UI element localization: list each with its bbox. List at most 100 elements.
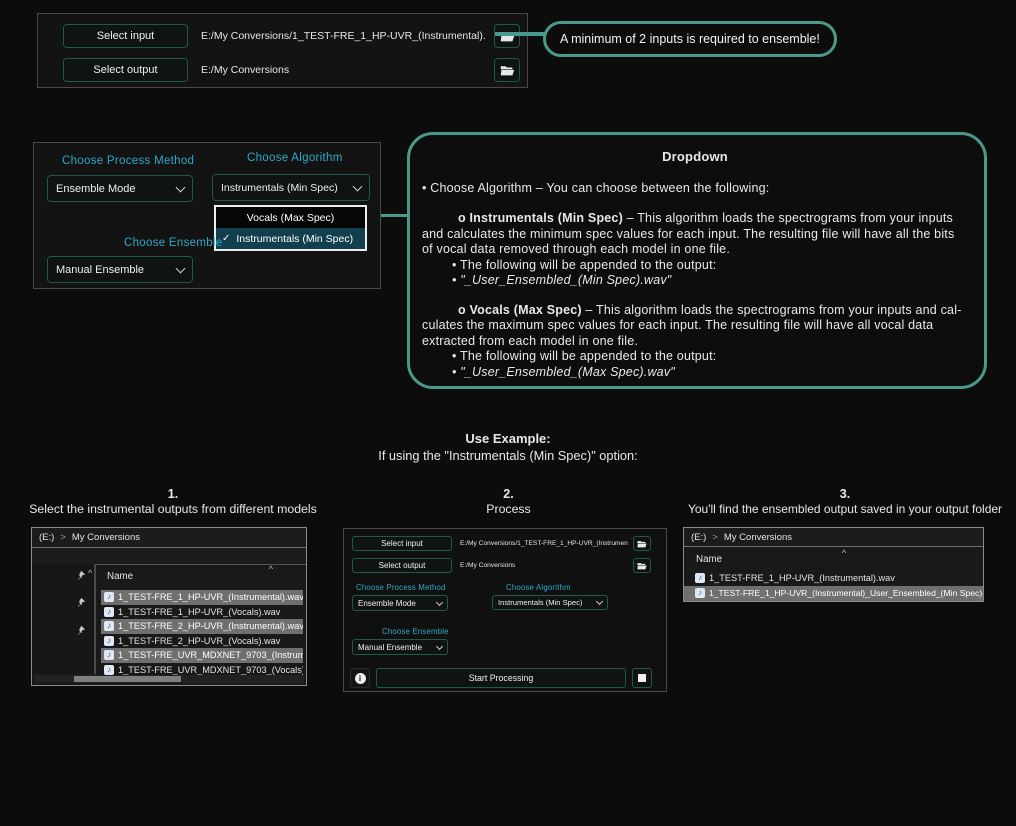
step-1-number: 1. [10, 487, 336, 501]
ensemble-value: Manual Ensemble [56, 264, 144, 276]
sort-ascending-icon[interactable]: ^ [842, 548, 846, 558]
breadcrumb-folder[interactable]: My Conversions [72, 532, 140, 543]
select-output-button[interactable]: Select output [63, 58, 188, 82]
step-2-number: 2. [395, 487, 622, 501]
check-icon: ✓ [222, 233, 230, 244]
sort-ascending-icon[interactable]: ^ [269, 564, 273, 574]
mini-browse-input-button[interactable] [633, 536, 651, 551]
algorithm-open-menu: Vocals (Max Spec) ✓ Instrumentals (Min S… [214, 205, 367, 251]
stop-button[interactable] [632, 668, 652, 688]
step-1-header: 1. Select the instrumental outputs from … [10, 487, 336, 516]
step-2-header: 2. Process [395, 487, 622, 516]
folder-icon [637, 540, 647, 548]
file-name: 1_TEST-FRE_1_HP-UVR_(Instrumental).wav [118, 592, 303, 602]
name-column-header[interactable]: Name [696, 554, 722, 565]
pin-icon [76, 570, 86, 580]
algorithm-dropdown[interactable]: Instrumentals (Min Spec) [212, 174, 370, 201]
use-example-title: Use Example: [150, 431, 866, 446]
breadcrumb-folder[interactable]: My Conversions [724, 532, 792, 543]
algorithm-label: Choose Algorithm [247, 152, 343, 164]
info-button[interactable]: i [350, 668, 370, 688]
mini-select-output-button[interactable]: Select output [352, 558, 452, 573]
file-list: Name ^ ♪ 1_TEST-FRE_1_HP-UVR_(Instrument… [101, 564, 303, 674]
dropdown-info-box: Dropdown • Choose Algorithm – You can ch… [407, 132, 987, 389]
browse-input-button[interactable] [494, 24, 520, 48]
breadcrumb-drive[interactable]: (E:) [691, 532, 706, 543]
audio-file-icon: ♪ [104, 636, 114, 646]
file-name: 1_TEST-FRE_2_HP-UVR_(Vocals).wav [118, 636, 280, 646]
breadcrumb-separator-icon: > [712, 532, 718, 543]
breadcrumb[interactable]: (E:) > My Conversions [684, 528, 983, 547]
breadcrumb-drive[interactable]: (E:) [39, 532, 54, 543]
chevron-down-icon [436, 598, 443, 605]
mini-method-value: Ensemble Mode [358, 599, 416, 608]
nav-sort-icon[interactable]: ^ [88, 568, 92, 578]
folder-icon [500, 65, 515, 76]
mini-ensemble-label: Choose Ensemble [382, 627, 449, 636]
mini-output-path: E:/My Conversions [460, 558, 628, 573]
mini-select-output-label: Select output [379, 561, 426, 570]
audio-file-icon: ♪ [104, 621, 114, 631]
name-column-header[interactable]: Name [107, 571, 133, 582]
scrollbar-thumb[interactable] [74, 676, 181, 682]
mini-method-dropdown[interactable]: Ensemble Mode [352, 595, 448, 611]
mini-browse-output-button[interactable] [633, 558, 651, 573]
mini-method-label: Choose Process Method [356, 583, 446, 592]
algorithm-value: Instrumentals (Min Spec) [221, 182, 338, 194]
process-method-dropdown[interactable]: Ensemble Mode [47, 175, 193, 202]
audio-file-icon: ♪ [695, 588, 705, 598]
select-input-button[interactable]: Select input [63, 24, 188, 48]
tooltip-connector-line [495, 32, 547, 36]
browse-output-button[interactable] [494, 58, 520, 82]
horizontal-scrollbar[interactable] [34, 675, 304, 683]
file-name: 1_TEST-FRE_1_HP-UVR_(Vocals).wav [118, 607, 280, 617]
start-processing-label: Start Processing [469, 673, 534, 683]
mini-algorithm-value: Instrumentals (Min Spec) [498, 598, 582, 607]
explorer-output-window: (E:) > My Conversions ^ Name ♪ 1_TEST-FR… [683, 527, 984, 602]
mini-ensemble-value: Manual Ensemble [358, 643, 422, 652]
min-spec-lead: o Instrumentals (Min Spec) [458, 211, 623, 225]
chevron-down-icon [176, 263, 186, 273]
file-name: 1_TEST-FRE_UVR_MDXNET_9703_(Instrumental… [118, 650, 303, 660]
tooltip-callout: A minimum of 2 inputs is required to ens… [543, 21, 837, 57]
file-row[interactable]: ♪ 1_TEST-FRE_1_HP-UVR_(Instrumental).wav [692, 571, 981, 586]
box-intro: • Choose Algorithm – You can choose betw… [422, 181, 968, 197]
ensemble-dropdown[interactable]: Manual Ensemble [47, 256, 193, 283]
chevron-down-icon [176, 182, 186, 192]
explorer-body: ^ Name ^ ♪ 1_TEST-FRE_1_HP-UVR_(Instrume… [32, 564, 306, 685]
min-spec-append-intro: • The following will be appended to the … [452, 258, 968, 274]
menu-item-label: Vocals (Max Spec) [247, 212, 335, 224]
file-name: 1_TEST-FRE_2_HP-UVR_(Instrumental).wav [118, 621, 303, 631]
pane-divider[interactable] [94, 564, 96, 674]
file-row[interactable]: ♪ 1_TEST-FRE_2_HP-UVR_(Vocals).wav [101, 634, 303, 649]
file-row[interactable]: ♪ 1_TEST-FRE_UVR_MDXNET_9703_(Instrument… [101, 648, 303, 663]
output-path-value: E:/My Conversions [201, 58, 486, 82]
box-title: Dropdown [422, 149, 968, 165]
mini-select-input-button[interactable]: Select input [352, 536, 452, 551]
select-output-label: Select output [93, 64, 157, 76]
start-processing-button[interactable]: Start Processing [376, 668, 626, 688]
file-row[interactable]: ♪ 1_TEST-FRE_1_HP-UVR_(Vocals).wav [101, 605, 303, 620]
io-panel: Select input E:/My Conversions/1_TEST-FR… [37, 13, 528, 88]
file-name: 1_TEST-FRE_UVR_MDXNET_9703_(Vocals).wav [118, 665, 303, 675]
menu-item-vocals-max-spec[interactable]: Vocals (Max Spec) [216, 207, 365, 228]
explorer-toolbar [32, 548, 306, 565]
file-name: 1_TEST-FRE_1_HP-UVR_(Instrumental)_User_… [709, 588, 983, 598]
file-row[interactable]: ♪ 1_TEST-FRE_1_HP-UVR_(Instrumental)_Use… [684, 586, 983, 601]
menu-item-instrumentals-min-spec[interactable]: ✓ Instrumentals (Min Spec) [216, 228, 365, 249]
stop-icon [638, 674, 646, 682]
step-2-caption: Process [395, 502, 622, 516]
process-method-value: Ensemble Mode [56, 183, 136, 195]
breadcrumb[interactable]: (E:) > My Conversions [32, 528, 306, 548]
mini-select-input-label: Select input [381, 539, 423, 548]
process-method-label: Choose Process Method [62, 155, 194, 167]
mini-algorithm-dropdown[interactable]: Instrumentals (Min Spec) [492, 595, 608, 610]
file-row[interactable]: ♪ 1_TEST-FRE_2_HP-UVR_(Instrumental).wav [101, 619, 303, 634]
step-3-header: 3. You'll find the ensembled output save… [674, 487, 1016, 516]
chevron-down-icon [596, 598, 603, 605]
mini-ensemble-dropdown[interactable]: Manual Ensemble [352, 639, 448, 655]
ensemble-label: Choose Ensemble [124, 237, 222, 249]
file-row[interactable]: ♪ 1_TEST-FRE_1_HP-UVR_(Instrumental).wav [101, 590, 303, 605]
process-method-panel: Choose Process Method Ensemble Mode Choo… [33, 142, 381, 289]
folder-icon [637, 562, 647, 570]
